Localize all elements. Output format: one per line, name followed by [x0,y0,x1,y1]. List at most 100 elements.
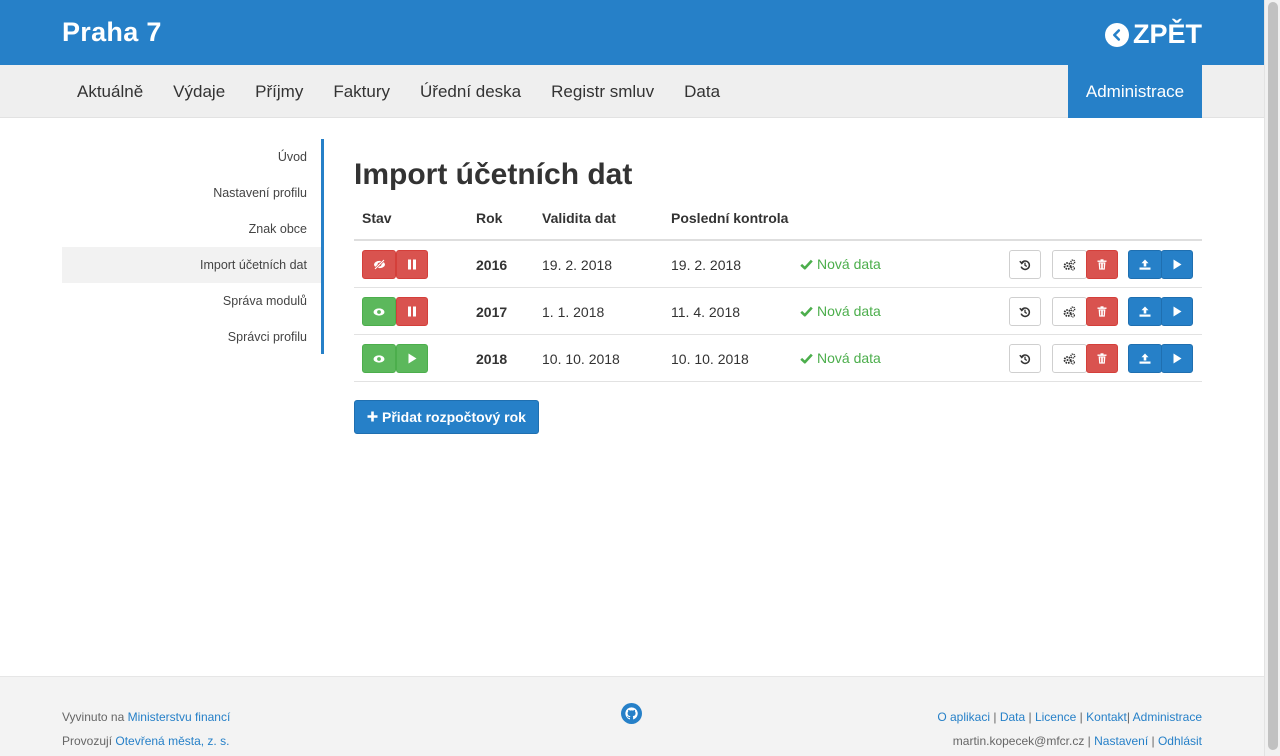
row-year: 2018 [476,351,508,367]
delete-button[interactable] [1086,344,1118,373]
add-budget-year-button[interactable]: Přidat rozpočtový rok [354,400,539,434]
column-header-rok: Rok [476,210,503,226]
nav-item-4[interactable]: Úřední deska [405,65,536,118]
footer-link-1[interactable]: Data [1000,710,1025,724]
visibility-hidden-button[interactable] [362,250,396,279]
cogs-icon [1063,258,1076,271]
upload-button[interactable] [1128,344,1162,373]
nav-item-0[interactable]: Aktuálně [62,65,158,118]
run-import-button[interactable] [1161,344,1193,373]
row-validity: 19. 2. 2018 [542,257,613,273]
play-icon [1172,259,1182,270]
history-button[interactable] [1009,297,1041,326]
sidebar-item-4[interactable]: Správa modulů [62,283,321,319]
table-header: Stav Rok Validita dat Poslední kontrola [354,195,1202,241]
nav-item-5[interactable]: Registr smluv [536,65,669,118]
footer-developed: Vyvinuto na Ministerstvu financí [62,705,230,729]
status-label: Nová data [817,350,881,366]
status-badge: Nová data [800,350,881,366]
sidebar-item-5[interactable]: Správci profilu [62,319,321,355]
footer-link-logout[interactable]: Odhlásit [1158,734,1202,748]
table-row: 2017 1. 1. 2018 11. 4. 2018 Nová data [354,288,1202,335]
upload-button[interactable] [1128,297,1162,326]
status-badge: Nová data [800,303,881,319]
play-icon [1172,353,1182,364]
settings-button[interactable] [1052,344,1087,373]
row-year: 2016 [476,257,508,273]
column-header-kontrola: Poslední kontrola [671,210,789,226]
upload-icon [1139,306,1151,317]
footer-link-0[interactable]: O aplikaci [937,710,990,724]
run-import-button[interactable] [1161,297,1193,326]
pause-button[interactable] [396,250,428,279]
footer-link-4[interactable]: Administrace [1133,710,1202,724]
status-label: Nová data [817,256,881,272]
footer-nav-links: O aplikaci | Data | Licence | Kontakt| A… [937,710,1202,724]
delete-button[interactable] [1086,297,1118,326]
pause-button[interactable] [396,297,428,326]
developed-link[interactable]: Ministerstvu financí [128,710,231,724]
row-last-check: 19. 2. 2018 [671,257,742,273]
sidebar-item-0[interactable]: Úvod [62,139,321,175]
scrollbar[interactable] [1264,0,1280,756]
row-validity: 10. 10. 2018 [542,351,620,367]
history-button[interactable] [1009,344,1041,373]
cogs-icon [1063,305,1076,318]
table-body: 2016 19. 2. 2018 19. 2. 2018 Nová data 2017 1… [354,241,1202,382]
row-last-check: 11. 4. 2018 [671,304,741,320]
visibility-toggle-button[interactable] [362,344,396,373]
back-label: ZPĚT [1132,19,1202,49]
play-icon [407,353,417,364]
top-bar: Praha 7 ZPĚT [0,0,1264,65]
footer: Vyvinuto na Ministerstvu financí Provozu… [0,676,1264,756]
check-icon [800,353,813,364]
settings-button[interactable] [1052,297,1087,326]
nav-item-1[interactable]: Výdaje [158,65,240,118]
history-icon [1019,306,1031,318]
eye-icon [373,307,385,317]
footer-operated: Provozují Otevřená města, z. s. [62,729,230,753]
chevron-left-icon [1104,22,1129,47]
page-title: Import účetních dat [354,158,633,191]
footer-link-settings[interactable]: Nastavení [1094,734,1148,748]
nav-item-administrace[interactable]: Administrace [1068,65,1202,118]
play-button[interactable] [396,344,428,373]
status-label: Nová data [817,303,881,319]
pause-icon [407,306,417,317]
back-link[interactable]: ZPĚT [1104,19,1202,50]
sidebar-item-1[interactable]: Nastavení profilu [62,175,321,211]
nav-items: Aktuálně Výdaje Příjmy Faktury Úřední deska R… [62,65,735,118]
row-year: 2017 [476,304,508,320]
column-header-validita: Validita dat [542,210,616,226]
brand-title[interactable]: Praha 7 [62,17,162,48]
upload-icon [1139,259,1151,270]
eye-slash-icon [373,259,386,270]
nav-item-2[interactable]: Příjmy [240,65,318,118]
scrollbar-thumb[interactable] [1268,2,1278,750]
upload-button[interactable] [1128,250,1162,279]
table-row: 2016 19. 2. 2018 19. 2. 2018 Nová data [354,241,1202,288]
footer-link-2[interactable]: Licence [1035,710,1076,724]
nav-item-6[interactable]: Data [669,65,735,118]
nav-item-3[interactable]: Faktury [318,65,405,118]
delete-button[interactable] [1086,250,1118,279]
sidebar-item-2[interactable]: Znak obce [62,211,321,247]
trash-icon [1097,306,1107,317]
operated-prefix: Provozují [62,734,113,748]
run-import-button[interactable] [1161,250,1193,279]
settings-button[interactable] [1052,250,1087,279]
operated-link[interactable]: Otevřená města, z. s. [115,734,229,748]
plus-icon [367,409,378,425]
sidebar-item-3[interactable]: Import účetních dat [62,247,321,283]
eye-icon [373,354,385,364]
row-last-check: 10. 10. 2018 [671,351,749,367]
visibility-toggle-button[interactable] [362,297,396,326]
footer-credits: Vyvinuto na Ministerstvu financí Provozu… [62,705,230,753]
footer-link-3[interactable]: Kontakt [1086,710,1127,724]
user-email: martin.kopecek@mfcr.cz [952,734,1085,748]
status-badge: Nová data [800,256,881,272]
check-icon [800,259,813,270]
github-icon[interactable] [621,703,642,724]
history-button[interactable] [1009,250,1041,279]
add-budget-year-label: Přidat rozpočtový rok [382,409,526,425]
